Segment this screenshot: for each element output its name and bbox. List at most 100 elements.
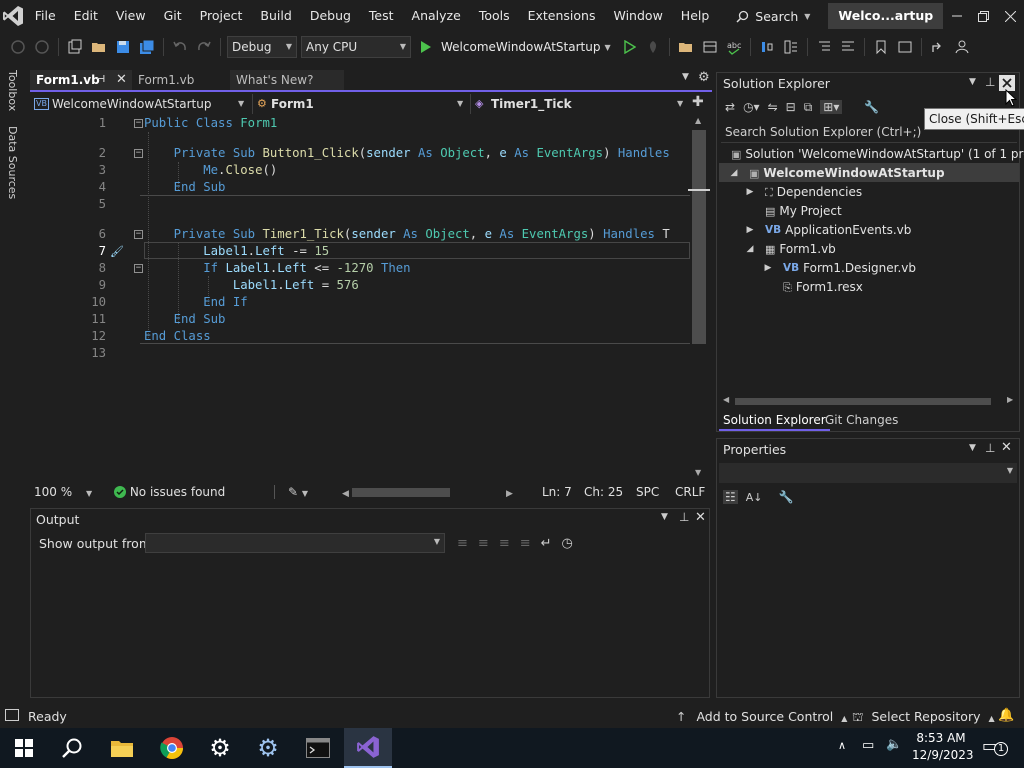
search-button[interactable]: Search ▼ (726, 9, 820, 24)
code-line[interactable]: End Class (144, 329, 211, 343)
word-wrap-icon[interactable]: ↵ (541, 536, 552, 551)
menu-git[interactable]: Git (155, 0, 191, 32)
collapse-all-icon[interactable]: ⊟ (786, 100, 796, 114)
tree-item-form1-designer[interactable]: ▶ VB Form1.Designer.vb (763, 259, 916, 278)
collapse-toggle[interactable]: − (134, 230, 143, 239)
tree-item-form1[interactable]: ◢ ▦ Form1.vb (745, 240, 836, 259)
toolbox-tab[interactable]: Toolbox (6, 70, 19, 111)
tab-whats-new[interactable]: What's New? (230, 70, 344, 90)
hot-reload-button[interactable] (642, 36, 664, 58)
panel-menu-dropdown-icon[interactable]: ▼ (969, 77, 976, 87)
menu-extensions[interactable]: Extensions (519, 0, 605, 32)
collapse-toggle[interactable]: − (134, 149, 143, 158)
tree-item-application-events[interactable]: ▶ VB ApplicationEvents.vb (745, 221, 912, 240)
solution-platform-dropdown[interactable]: Any CPU ▼ (301, 36, 411, 58)
menu-test[interactable]: Test (360, 0, 403, 32)
code-line-current[interactable]: Label1.Left -= 15 (144, 244, 329, 258)
data-sources-tab[interactable]: Data Sources (6, 126, 19, 199)
layout-button[interactable] (699, 36, 721, 58)
navigate-back-button[interactable] (7, 36, 29, 58)
sync-icon[interactable]: ⇄ (725, 100, 735, 114)
clear-all-icon[interactable]: ≡ (520, 536, 531, 551)
editor-vertical-scrollbar[interactable]: ▲ ▼ (688, 114, 710, 482)
solution-title-badge[interactable]: Welco...artup (828, 3, 944, 29)
clock-icon[interactable]: ◷ (562, 536, 573, 551)
settings-gear-icon[interactable]: ⚙ (698, 70, 710, 85)
open-file-button[interactable] (88, 36, 110, 58)
scroll-left-arrow-icon[interactable]: ◀ (723, 395, 729, 404)
chrome-taskbar-button[interactable] (148, 728, 196, 768)
visual-studio-logo-icon[interactable] (0, 0, 26, 32)
code-cleanup-button[interactable]: ✎ ▼ (288, 482, 308, 504)
volume-icon[interactable]: 🔈 (886, 737, 902, 752)
pin-icon[interactable]: ⊣ (96, 70, 105, 90)
scrollbar-thumb[interactable] (735, 398, 991, 405)
split-window-icon[interactable]: ✚ (692, 94, 704, 110)
property-pages-wrench-icon[interactable]: 🔧 (779, 490, 794, 504)
tab-form1-vb-design[interactable]: Form1.vb (132, 70, 228, 90)
action-center-button[interactable]: ▭ 1 (982, 736, 1008, 756)
terminal-taskbar-button[interactable] (294, 728, 342, 768)
visual-studio-taskbar-button[interactable] (344, 728, 392, 768)
breakpoints-button[interactable] (780, 36, 802, 58)
code-line[interactable]: Label1.Left = 576 (144, 278, 359, 292)
menu-analyze[interactable]: Analyze (403, 0, 470, 32)
live-share-button[interactable] (927, 36, 949, 58)
output-source-dropdown[interactable]: ▼ (145, 533, 445, 553)
maximize-button[interactable] (970, 0, 997, 32)
menu-window[interactable]: Window (605, 0, 672, 32)
undo-button[interactable] (169, 36, 191, 58)
menu-file[interactable]: File (26, 0, 65, 32)
scrollbar-thumb[interactable] (692, 130, 706, 344)
show-hidden-icons-chevron-icon[interactable]: ∧ (838, 739, 846, 752)
pin-icon[interactable]: ⊥ (985, 75, 995, 89)
spell-check-button[interactable]: abc (723, 36, 745, 58)
pin-icon[interactable]: ⊥ (985, 441, 995, 455)
git-changes-tab[interactable]: Git Changes (825, 411, 898, 431)
expanded-arrow-icon[interactable]: ◢ (729, 164, 739, 183)
tab-form1-vb-active[interactable]: Form1.vb ⊣ ✕ (30, 70, 132, 90)
tree-item-project[interactable]: ◢ ▣ WelcomeWindowAtStartup (729, 164, 945, 183)
control-panel-taskbar-button[interactable]: ⚙ (244, 728, 292, 768)
save-button[interactable] (112, 36, 134, 58)
close-panel-icon[interactable]: ✕ (1001, 440, 1012, 455)
start-debugging-button[interactable] (414, 36, 436, 58)
outdent-button[interactable] (813, 36, 835, 58)
step-into-button[interactable] (756, 36, 778, 58)
code-line[interactable]: End Sub (144, 312, 226, 326)
code-line[interactable]: Me.Close() (144, 163, 277, 177)
start-without-debugging-button[interactable] (618, 36, 640, 58)
close-panel-icon[interactable]: ✕ (695, 510, 706, 525)
line-indicator[interactable]: Ln: 7 (542, 482, 572, 502)
scroll-down-arrow-icon[interactable]: ▼ (695, 468, 701, 477)
tab-list-dropdown-icon[interactable]: ▼ (682, 72, 689, 82)
solution-configuration-dropdown[interactable]: Debug ▼ (227, 36, 297, 58)
show-all-files-icon[interactable]: ⧉ (804, 100, 813, 115)
collapsed-arrow-icon[interactable]: ▶ (745, 221, 755, 240)
class-dropdown[interactable]: ⚙ Form1 ▼ (252, 94, 468, 114)
code-line[interactable]: If Label1.Left <= -1270 Then (144, 261, 410, 275)
menu-debug[interactable]: Debug (301, 0, 360, 32)
collapsed-arrow-icon[interactable]: ▶ (745, 183, 755, 202)
file-explorer-taskbar-button[interactable] (98, 728, 146, 768)
line-ending-indicator[interactable]: CRLF (675, 482, 705, 502)
select-repository-button[interactable]: ⛫ Select Repository ▲ (852, 709, 995, 726)
navigate-forward-button[interactable] (31, 36, 53, 58)
panel-menu-dropdown-icon[interactable]: ▼ (661, 512, 668, 522)
collapse-toggle[interactable]: − (134, 264, 143, 273)
object-selector-dropdown[interactable]: ▼ (719, 463, 1017, 483)
member-dropdown[interactable]: ◈ Timer1_Tick ▼ (470, 94, 690, 114)
indent-button[interactable] (837, 36, 859, 58)
menu-tools[interactable]: Tools (470, 0, 519, 32)
find-message-icon[interactable]: ≡ (457, 536, 468, 551)
tree-item-form1-resx[interactable]: ⎘ Form1.resx (763, 278, 863, 297)
indent-mode-indicator[interactable]: SPC (636, 482, 659, 502)
close-window-button[interactable] (997, 0, 1024, 32)
categorized-icon[interactable]: ☷ (723, 490, 738, 504)
pin-icon[interactable]: ⊥ (679, 510, 689, 524)
new-project-button[interactable] (64, 36, 86, 58)
scroll-right-arrow-icon[interactable]: ▶ (506, 482, 513, 504)
code-line[interactable]: Public Class Form1 (144, 116, 277, 130)
code-line[interactable]: End If (144, 295, 247, 309)
add-to-source-control-button[interactable]: ↑ Add to Source Control ▲ (676, 709, 847, 724)
